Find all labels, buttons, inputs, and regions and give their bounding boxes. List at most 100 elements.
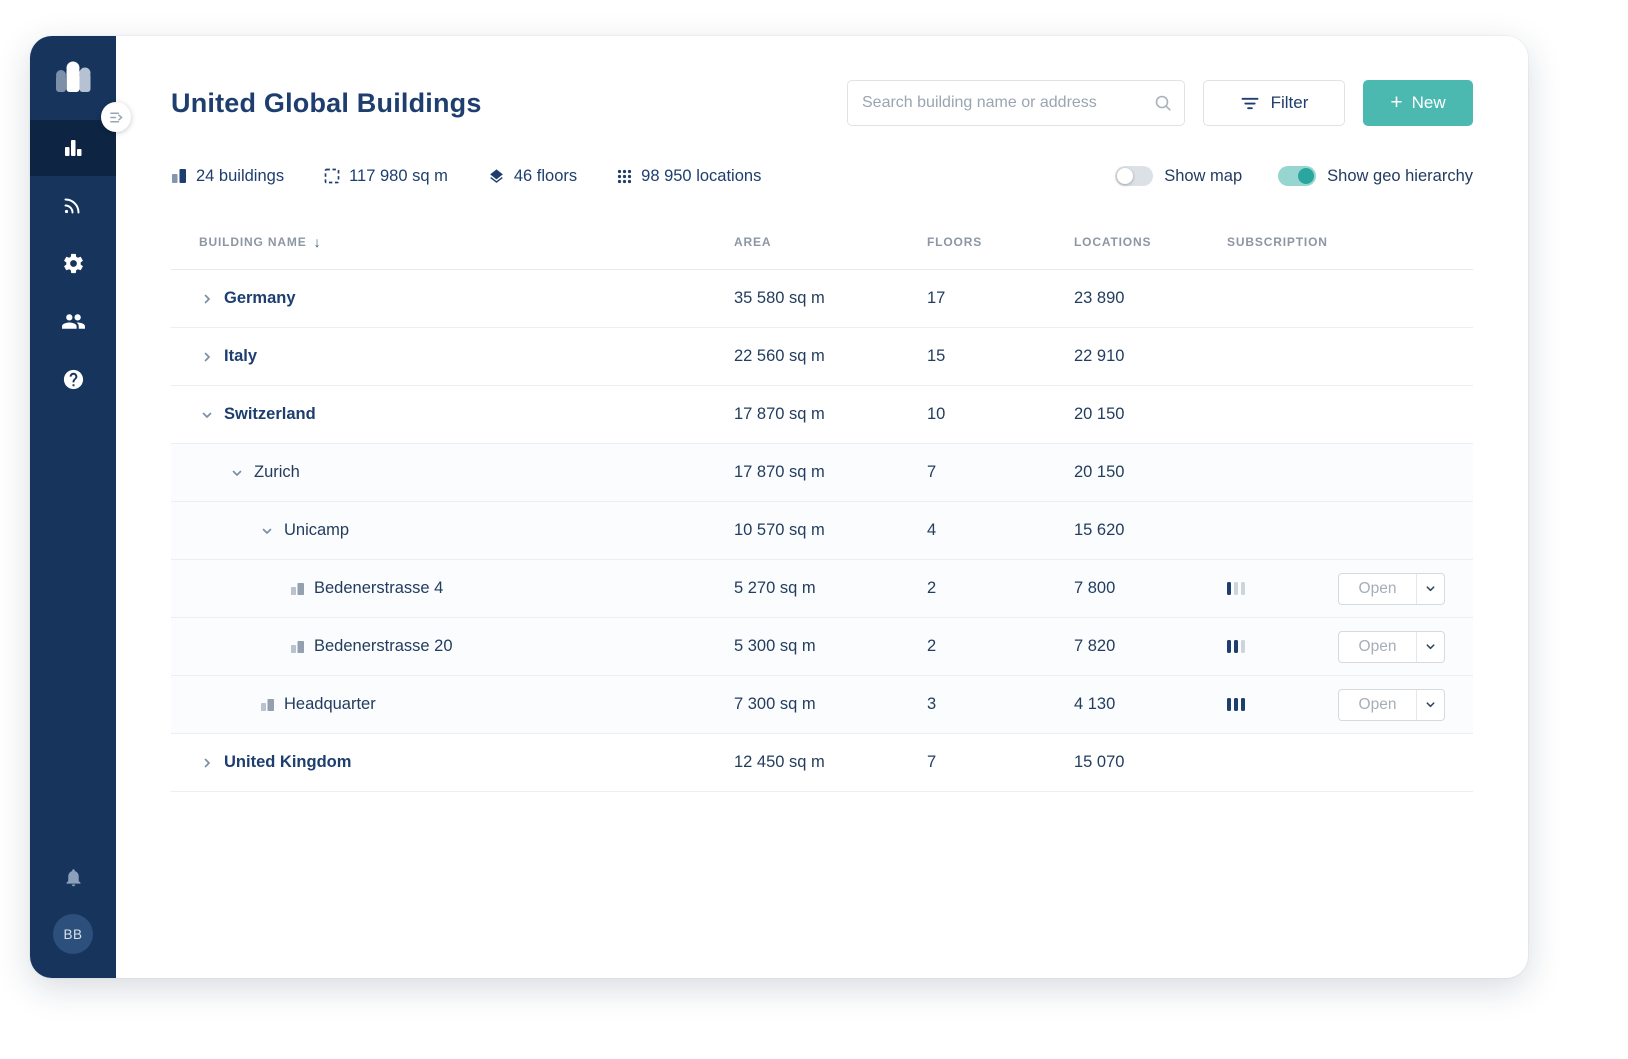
collapse-arrow-icon <box>109 110 124 125</box>
row-name-cell: Bedenerstrasse 4 <box>171 579 734 598</box>
row-area: 35 580 sq m <box>734 289 825 307</box>
table-body: Germany 35 580 sq m 17 23 890 Italy 22 560 sq… <box>171 270 1473 792</box>
filter-button[interactable]: Filter <box>1203 80 1345 126</box>
sidebar: BB <box>30 36 131 978</box>
filter-button-label: Filter <box>1270 93 1309 112</box>
buildings-icon <box>61 136 85 160</box>
table-row[interactable]: Headquarter 7 300 sq m 3 4 130 Open <box>171 676 1473 734</box>
subscription-level-icon <box>1227 582 1245 595</box>
show-map-toggle[interactable] <box>1115 166 1154 186</box>
row-floors: 7 <box>927 463 937 481</box>
row-subscription-cell: Open <box>1213 688 1473 721</box>
row-name-cell: Zurich <box>171 463 734 482</box>
row-subscription-cell: Open <box>1213 630 1473 663</box>
search-input[interactable] <box>847 80 1185 126</box>
chevron-right-icon[interactable] <box>199 351 215 363</box>
stat-locations: 98 950 locations <box>617 167 761 186</box>
chevron-down-icon[interactable] <box>1416 689 1444 720</box>
table-row[interactable]: Germany 35 580 sq m 17 23 890 <box>171 270 1473 328</box>
sidebar-item-help[interactable] <box>30 350 116 408</box>
help-icon <box>62 368 85 391</box>
column-header-locations: Locations <box>1074 234 1152 249</box>
sidebar-item-settings[interactable] <box>30 234 116 292</box>
open-button[interactable]: Open <box>1338 688 1445 721</box>
building-icon <box>289 639 305 654</box>
main-content: United Global Buildings Search building … <box>116 36 1528 978</box>
row-area: 17 870 sq m <box>734 463 825 481</box>
column-header-floors: Floors <box>927 234 983 249</box>
plus-icon: + <box>1390 90 1403 114</box>
subscription-level-icon <box>1227 640 1245 653</box>
table-row[interactable]: Switzerland 17 870 sq m 10 20 150 <box>171 386 1473 444</box>
floors-icon <box>488 168 505 185</box>
row-floors: 4 <box>927 521 937 539</box>
company-logo <box>52 58 94 96</box>
sidebar-item-users[interactable] <box>30 292 116 350</box>
row-locations: 22 910 <box>1074 347 1125 365</box>
show-geo-hierarchy-toggle[interactable] <box>1278 166 1317 186</box>
row-name-cell: Headquarter <box>171 695 734 714</box>
sidebar-collapse-button[interactable] <box>101 102 131 132</box>
column-header-building-name[interactable]: Building name ↓ <box>171 234 734 250</box>
table-row[interactable]: Bedenerstrasse 20 5 300 sq m 2 7 820 Open <box>171 618 1473 676</box>
buildings-table: Building name ↓ Area Floors Locations Su… <box>171 214 1473 792</box>
open-button-label: Open <box>1358 637 1397 655</box>
chevron-right-icon[interactable] <box>199 757 215 769</box>
row-name-cell: Switzerland <box>171 405 734 424</box>
stat-buildings: 24 buildings <box>171 167 284 186</box>
row-locations: 20 150 <box>1074 463 1125 481</box>
row-name: Bedenerstrasse 4 <box>314 579 444 597</box>
chevron-down-icon[interactable] <box>1416 573 1444 604</box>
app-window: BB United Global Buildings Search buildi… <box>30 36 1528 978</box>
table-row[interactable]: United Kingdom 12 450 sq m 7 15 070 <box>171 734 1473 792</box>
column-header-area: Area <box>734 234 772 249</box>
sidebar-item-buildings[interactable] <box>30 120 116 176</box>
row-area: 12 450 sq m <box>734 753 825 771</box>
chevron-down-icon[interactable] <box>199 409 215 421</box>
new-button[interactable]: + New <box>1363 80 1473 126</box>
area-icon <box>324 168 340 184</box>
row-locations: 4 130 <box>1074 695 1116 713</box>
notifications-bell-icon[interactable] <box>63 867 84 888</box>
table-row[interactable]: Zurich 17 870 sq m 7 20 150 <box>171 444 1473 502</box>
open-button[interactable]: Open <box>1338 572 1445 605</box>
chevron-down-icon[interactable] <box>1416 631 1444 662</box>
row-floors: 17 <box>927 289 946 307</box>
building-icon <box>259 697 275 712</box>
open-button-label: Open <box>1358 695 1397 713</box>
chevron-down-icon[interactable] <box>259 525 275 537</box>
sort-desc-icon[interactable]: ↓ <box>314 234 322 250</box>
row-area: 5 270 sq m <box>734 579 816 597</box>
row-name: Unicamp <box>284 521 350 539</box>
chevron-right-icon[interactable] <box>199 293 215 305</box>
table-row[interactable]: Italy 22 560 sq m 15 22 910 <box>171 328 1473 386</box>
table-row[interactable]: Unicamp 10 570 sq m 4 15 620 <box>171 502 1473 560</box>
sidebar-item-sensors[interactable] <box>30 176 116 234</box>
row-area: 22 560 sq m <box>734 347 825 365</box>
user-avatar[interactable]: BB <box>53 914 93 954</box>
row-area: 7 300 sq m <box>734 695 816 713</box>
row-floors: 10 <box>927 405 946 423</box>
row-area: 10 570 sq m <box>734 521 825 539</box>
row-locations: 15 070 <box>1074 753 1125 771</box>
stat-floors: 46 floors <box>488 167 577 186</box>
chevron-down-icon[interactable] <box>229 467 245 479</box>
row-name: Bedenerstrasse 20 <box>314 637 453 655</box>
page-title: United Global Buildings <box>171 87 482 118</box>
subscription-level-icon <box>1227 698 1245 711</box>
row-name-cell: Unicamp <box>171 521 734 540</box>
show-map-label: Show map <box>1164 166 1243 185</box>
show-geo-hierarchy-label: Show geo hierarchy <box>1327 166 1473 185</box>
row-floors: 3 <box>927 695 937 713</box>
open-button[interactable]: Open <box>1338 630 1445 663</box>
row-locations: 23 890 <box>1074 289 1125 307</box>
row-area: 5 300 sq m <box>734 637 816 655</box>
table-row[interactable]: Bedenerstrasse 4 5 270 sq m 2 7 800 Open <box>171 560 1473 618</box>
sensor-icon <box>61 193 85 217</box>
row-area: 17 870 sq m <box>734 405 825 423</box>
row-locations: 7 800 <box>1074 579 1116 597</box>
stat-locations-label: 98 950 locations <box>641 166 762 185</box>
row-locations: 20 150 <box>1074 405 1125 423</box>
row-locations: 7 820 <box>1074 637 1116 655</box>
row-name: United Kingdom <box>224 753 352 771</box>
